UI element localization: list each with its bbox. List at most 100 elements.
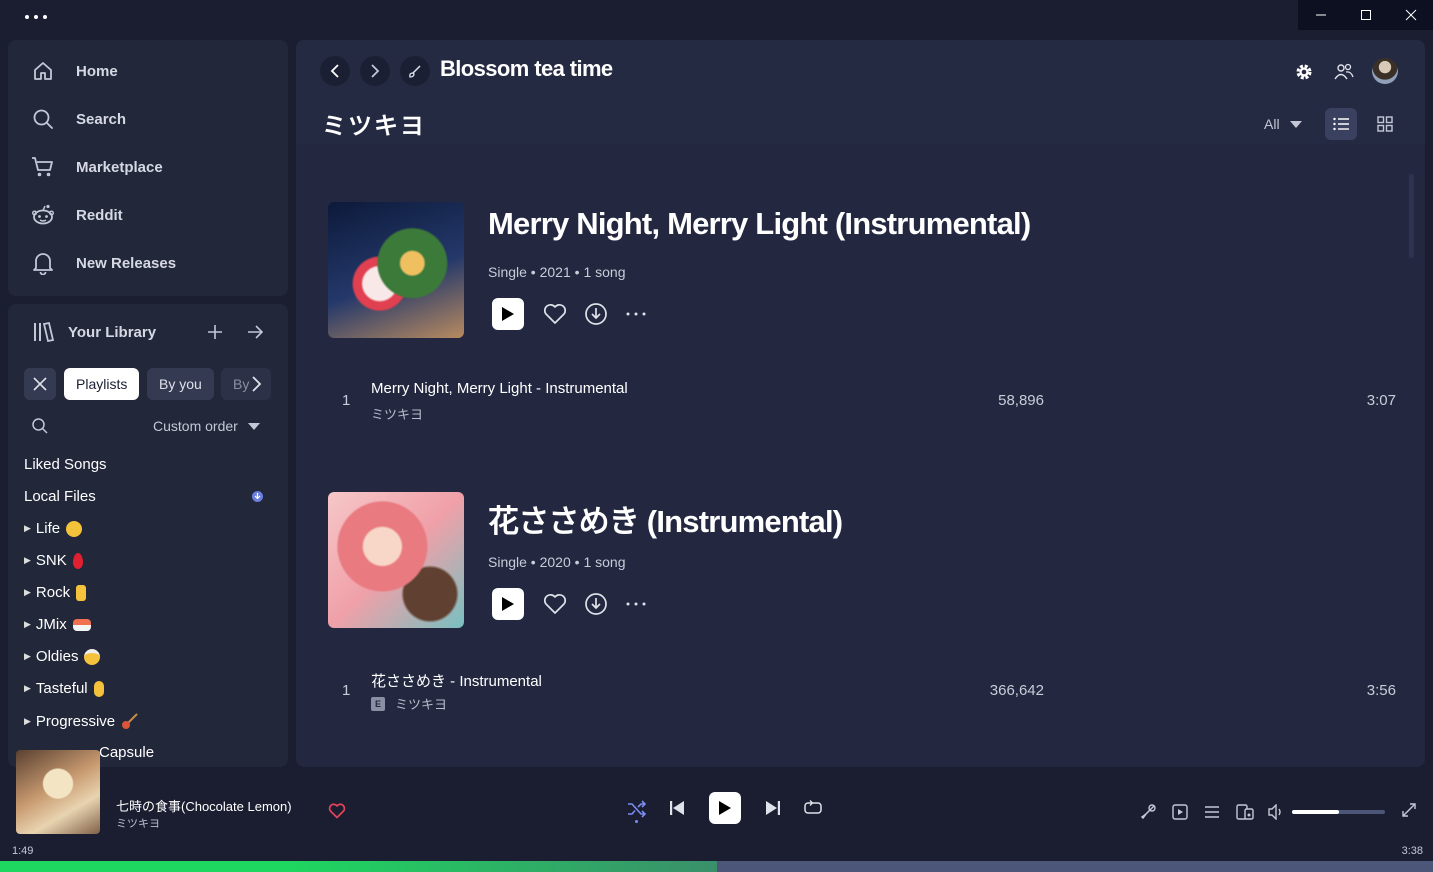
chip-by-you[interactable]: By you	[147, 368, 214, 400]
scrollbar-thumb[interactable]	[1409, 174, 1414, 258]
connect-device-icon[interactable]	[1236, 804, 1254, 820]
library-folder-capsule[interactable]: Capsule	[99, 744, 154, 761]
library-folder-tasteful[interactable]: ▶ Tasteful	[24, 680, 104, 697]
chevron-left-icon	[330, 63, 340, 79]
nav-reddit[interactable]: Reddit	[30, 200, 123, 230]
old-man-icon	[84, 648, 101, 665]
album-title-1[interactable]: Merry Night, Merry Light (Instrumental)	[488, 206, 1031, 242]
liked-heart-icon[interactable]	[328, 803, 346, 819]
album-play-button-2[interactable]	[492, 588, 524, 620]
library-item-liked-songs[interactable]: Liked Songs	[24, 456, 107, 473]
library-item-label: Local Files	[24, 488, 96, 505]
now-playing-view-icon[interactable]	[1172, 804, 1188, 820]
close-window-icon[interactable]	[1388, 0, 1433, 30]
folder-triangle-icon: ▶	[24, 683, 31, 693]
lyrics-mic-icon[interactable]	[1140, 804, 1156, 820]
paintbrush-icon	[408, 64, 422, 78]
queue-icon[interactable]	[1204, 804, 1220, 820]
maximize-icon[interactable]	[1343, 0, 1388, 30]
table-row[interactable]: 1 Merry Night, Merry Light - Instrumenta…	[328, 372, 1408, 432]
filter-dropdown[interactable]: All	[1264, 116, 1302, 132]
library-folder-oldies[interactable]: ▶ Oldies	[24, 648, 101, 665]
nav-home-label: Home	[76, 62, 118, 80]
library-search-icon[interactable]	[31, 417, 49, 435]
track-artist[interactable]: E ミツキヨ	[371, 694, 447, 713]
track-name[interactable]: 花ささめき - Instrumental	[371, 670, 542, 691]
library-folder-rock[interactable]: ▶ Rock	[24, 584, 87, 601]
expand-arrow-icon[interactable]	[246, 323, 264, 341]
settings-gear-icon[interactable]	[1294, 62, 1314, 82]
folder-triangle-icon: ▶	[24, 523, 31, 533]
repeat-icon[interactable]	[804, 800, 822, 816]
library-folder-progressive[interactable]: ▶ Progressive	[24, 712, 139, 730]
chips-scroll-right-icon[interactable]	[251, 375, 263, 393]
library-folder-snk[interactable]: ▶ SNK	[24, 552, 83, 569]
volume-slider[interactable]	[1292, 810, 1385, 814]
library-header[interactable]: Your Library	[32, 321, 156, 343]
album-cover-2[interactable]	[328, 492, 464, 628]
album-type: Single	[488, 264, 527, 280]
volume-icon[interactable]	[1268, 804, 1284, 820]
album-play-button-1[interactable]	[492, 298, 524, 330]
player-bar: 七時の食事(Chocolate Lemon) ミツキヨ 1:49 3:38	[0, 750, 1433, 872]
fullscreen-icon[interactable]	[1401, 802, 1417, 818]
now-playing-cover[interactable]	[16, 750, 100, 834]
nav-home[interactable]: Home	[30, 56, 118, 86]
minimize-icon[interactable]	[1298, 0, 1343, 30]
now-playing-title[interactable]: 七時の食事(Chocolate Lemon)	[116, 796, 292, 815]
track-duration: 3:07	[1366, 392, 1396, 409]
sort-label: Custom order	[153, 418, 238, 434]
user-avatar[interactable]	[1372, 58, 1398, 84]
folder-triangle-icon: ▶	[24, 555, 31, 565]
nav-search[interactable]: Search	[30, 104, 126, 134]
library-item-label: Oldies	[35, 648, 79, 665]
list-view-button[interactable]	[1325, 108, 1357, 140]
previous-track-icon[interactable]	[669, 800, 685, 816]
track-number: 1	[342, 682, 351, 699]
app-menu-icon[interactable]	[24, 14, 48, 20]
library-folder-jmix[interactable]: ▶ JMix	[24, 616, 91, 633]
track-artist-label: ミツキヨ	[371, 407, 424, 422]
play-pause-button[interactable]	[709, 792, 741, 824]
main-panel: Blossom tea time ミツキヨ All Merry Night, M…	[296, 40, 1425, 767]
nav-marketplace[interactable]: Marketplace	[30, 152, 163, 182]
search-icon	[30, 106, 56, 132]
heart-icon[interactable]	[542, 301, 568, 327]
marketplace-brush-button[interactable]	[400, 56, 430, 86]
clear-filter-button[interactable]	[24, 368, 56, 400]
download-icon[interactable]	[583, 591, 609, 617]
chevron-right-icon	[370, 63, 380, 79]
artist-header: ミツキヨ	[322, 113, 426, 140]
explicit-badge: E	[371, 696, 385, 711]
nav-new-releases[interactable]: New Releases	[30, 248, 176, 278]
track-artist[interactable]: ミツキヨ	[371, 404, 423, 423]
library-item-label: Progressive	[35, 712, 116, 730]
heart-icon[interactable]	[542, 591, 568, 617]
folder-triangle-icon: ▶	[24, 619, 31, 629]
bell-icon	[30, 250, 56, 276]
chip-playlists[interactable]: Playlists	[64, 368, 140, 400]
grid-view-icon[interactable]	[1377, 116, 1393, 132]
friends-activity-icon[interactable]	[1334, 62, 1354, 82]
library-item-local-files[interactable]: Local Files	[24, 488, 264, 505]
table-row[interactable]: 1 花ささめき - Instrumental E ミツキヨ 366,642 3:…	[328, 662, 1408, 722]
sort-dropdown[interactable]: Custom order	[153, 418, 260, 434]
rock-hand-icon	[76, 584, 87, 601]
more-options-icon[interactable]	[623, 591, 649, 617]
track-name[interactable]: Merry Night, Merry Light - Instrumental	[371, 380, 628, 397]
chip-by-partial[interactable]: By	[221, 368, 271, 400]
next-track-icon[interactable]	[765, 800, 781, 816]
album-cover-1[interactable]	[328, 202, 464, 338]
volume-slider-fill	[1292, 810, 1339, 814]
album-title-2[interactable]: 花ささめき (Instrumental)	[488, 496, 843, 541]
now-playing-artist[interactable]: ミツキヨ	[116, 815, 160, 831]
back-button[interactable]	[320, 56, 350, 86]
download-icon[interactable]	[583, 301, 609, 327]
forward-button[interactable]	[360, 56, 390, 86]
caret-down-icon	[1289, 120, 1302, 128]
shuffle-icon[interactable]	[627, 800, 647, 823]
shuffle-active-dot	[635, 820, 638, 823]
more-options-icon[interactable]	[623, 301, 649, 327]
add-icon[interactable]	[206, 323, 224, 341]
library-folder-life[interactable]: ▶ Life	[24, 520, 83, 537]
